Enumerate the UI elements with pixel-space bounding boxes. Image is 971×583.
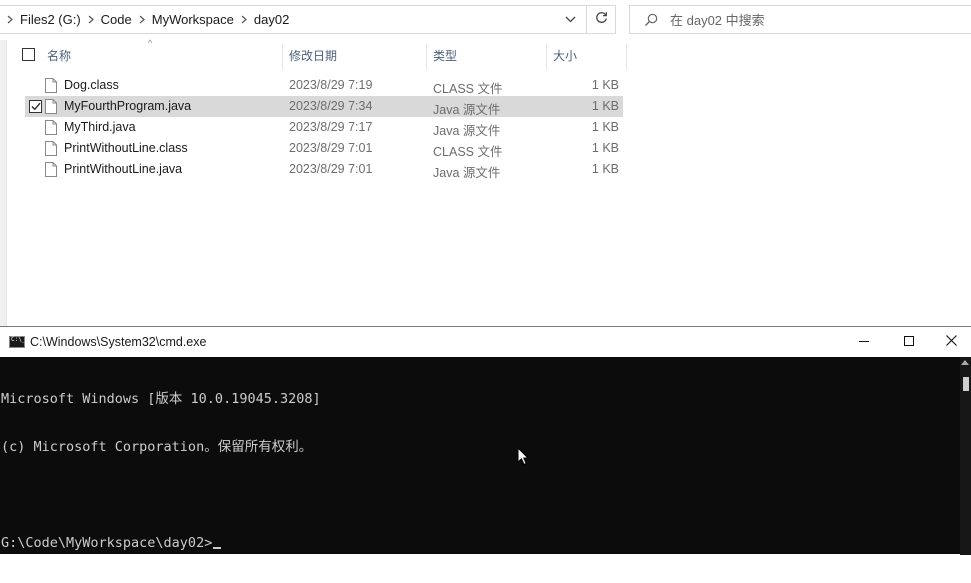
minimize-button[interactable] (841, 327, 887, 357)
file-date: 2023/8/29 7:19 (289, 78, 373, 92)
file-size: 1 KB (591, 99, 619, 113)
file-type: Java 源文件 (433, 124, 501, 138)
file-type: Java 源文件 (433, 166, 501, 180)
file-name: Dog.class (64, 78, 119, 92)
file-row[interactable]: PrintWithoutLine.class 2023/8/29 7:01 CL… (25, 138, 623, 159)
refresh-button[interactable] (587, 5, 616, 34)
breadcrumb-myworkspace[interactable]: MyWorkspace (152, 12, 234, 27)
column-name-label: 名称 (47, 48, 72, 63)
document-icon (45, 78, 57, 93)
console-prompt: G:\Code\MyWorkspace\day02> (1, 535, 213, 551)
file-row[interactable]: PrintWithoutLine.java 2023/8/29 7:01 Jav… (25, 159, 623, 180)
file-type: CLASS 文件 (433, 145, 503, 159)
maximize-icon (904, 333, 914, 351)
chevron-down-icon[interactable] (562, 11, 578, 27)
file-date: 2023/8/29 7:34 (289, 99, 373, 113)
breadcrumb-code[interactable]: Code (101, 12, 132, 27)
navigation-pane-edge (0, 40, 7, 330)
maximize-button[interactable] (886, 327, 932, 357)
search-icon (644, 13, 658, 27)
cmd-app-icon[interactable] (9, 336, 25, 348)
search-placeholder: 在 day02 中搜索 (670, 13, 765, 28)
select-all-checkbox[interactable] (22, 48, 35, 61)
document-icon (45, 99, 57, 114)
file-name: MyFourthProgram.java (64, 99, 192, 113)
column-header-date[interactable]: 修改日期 (283, 40, 426, 70)
file-date: 2023/8/29 7:01 (289, 162, 373, 176)
breadcrumb-drive[interactable]: Files2 (G:) (20, 12, 81, 27)
console-line: (c) Microsoft Corporation。保留所有权利。 (1, 439, 313, 455)
chevron-right-icon[interactable] (81, 15, 101, 24)
file-list: Dog.class 2023/8/29 7:19 CLASS 文件 1 KB M… (25, 75, 623, 180)
cmd-window-title: C:\Windows\System32\cmd.exe (30, 335, 207, 349)
document-icon (45, 120, 57, 135)
close-button[interactable] (931, 327, 971, 357)
row-checkbox-checked[interactable] (29, 100, 42, 113)
console-line: Microsoft Windows [版本 10.0.19045.3208] (1, 391, 321, 407)
scrollbar-thumb[interactable] (963, 377, 969, 391)
file-type: Java 源文件 (433, 103, 501, 117)
text-cursor (213, 547, 222, 549)
column-size-label: 大小 (553, 48, 578, 63)
cmd-titlebar[interactable]: C:\Windows\System32\cmd.exe (0, 327, 971, 357)
column-header-name[interactable]: 名称 (41, 40, 281, 70)
address-bar[interactable]: Files2 (G:) Code MyWorkspace day02 (0, 5, 587, 34)
file-date: 2023/8/29 7:17 (289, 120, 373, 134)
file-explorer-window: Files2 (G:) Code MyWorkspace day02 在 day… (0, 0, 971, 330)
file-name: PrintWithoutLine.class (64, 141, 188, 155)
file-row[interactable]: MyThird.java 2023/8/29 7:17 Java 源文件 1 K… (25, 117, 623, 138)
close-icon (945, 333, 957, 351)
file-size: 1 KB (591, 120, 619, 134)
document-icon (45, 162, 57, 177)
column-header: ^ 名称 修改日期 类型 大小 (8, 38, 628, 70)
refresh-icon (595, 11, 608, 28)
file-name: PrintWithoutLine.java (64, 162, 183, 176)
column-header-type[interactable]: 类型 (427, 40, 545, 70)
file-name: MyThird.java (64, 120, 136, 134)
chevron-right-icon[interactable] (132, 15, 152, 24)
file-row-selected[interactable]: MyFourthProgram.java 2023/8/29 7:34 Java… (25, 96, 623, 117)
console-scrollbar[interactable] (960, 357, 971, 555)
chevron-right-icon[interactable] (234, 15, 254, 24)
file-size: 1 KB (591, 162, 619, 176)
column-date-label: 修改日期 (289, 48, 338, 63)
column-type-label: 类型 (433, 48, 458, 63)
column-header-size[interactable]: 大小 (547, 40, 627, 70)
mouse-pointer-icon (517, 447, 529, 466)
console-output[interactable]: Microsoft Windows [版本 10.0.19045.3208] (… (0, 357, 960, 555)
file-date: 2023/8/29 7:01 (289, 141, 373, 155)
cmd-window: C:\Windows\System32\cmd.exe Microsoft Wi… (0, 326, 971, 555)
column-divider[interactable] (626, 44, 627, 70)
search-input[interactable]: 在 day02 中搜索 (629, 5, 971, 34)
file-size: 1 KB (591, 141, 619, 155)
file-size: 1 KB (591, 78, 619, 92)
document-icon (45, 141, 57, 156)
console-prompt-line[interactable]: G:\Code\MyWorkspace\day02> (1, 535, 960, 551)
chevron-right-icon[interactable] (0, 15, 20, 24)
file-row[interactable]: Dog.class 2023/8/29 7:19 CLASS 文件 1 KB (25, 75, 623, 96)
file-type: CLASS 文件 (433, 82, 503, 96)
scroll-up-arrow-icon[interactable] (961, 360, 969, 365)
minimize-icon (859, 333, 869, 351)
breadcrumb-day02[interactable]: day02 (254, 12, 289, 27)
